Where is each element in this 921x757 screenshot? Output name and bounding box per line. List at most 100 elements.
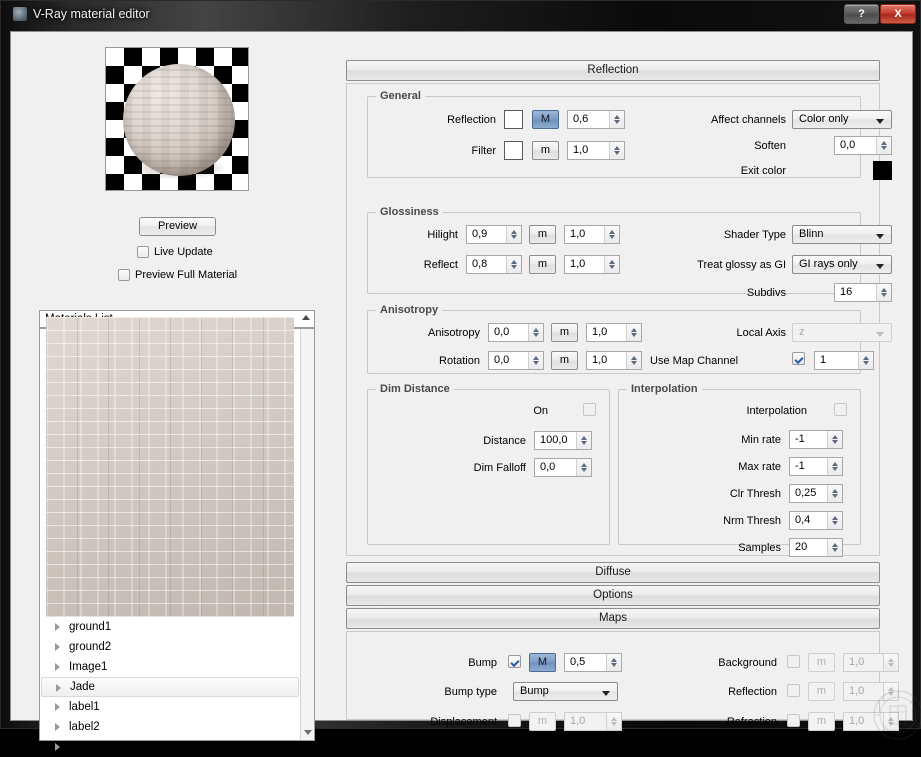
filter-map-button[interactable]: m (532, 141, 559, 160)
rotation-map-input[interactable]: 1,0 (586, 351, 642, 370)
clr-thresh-spinner[interactable] (827, 485, 842, 502)
maps-reflection-checkbox[interactable] (787, 684, 800, 697)
expand-triangle-icon[interactable] (55, 643, 60, 651)
expand-triangle-icon[interactable] (55, 623, 60, 631)
anisotropy-input[interactable]: 0,0 (488, 323, 544, 342)
expand-triangle-icon[interactable] (55, 743, 60, 751)
nrm-thresh-spinner[interactable] (827, 512, 842, 529)
list-item[interactable]: label2 (41, 717, 299, 737)
materials-list-scrollbar[interactable] (300, 329, 314, 740)
list-item[interactable]: ground1 (41, 617, 299, 637)
refraction-map-button[interactable]: m (808, 712, 835, 731)
use-map-channel-checkbox[interactable] (792, 352, 805, 365)
bump-spinner[interactable] (606, 654, 621, 671)
expand-triangle-icon[interactable] (55, 663, 60, 671)
expand-triangle-icon[interactable] (55, 723, 60, 731)
displacement-spinner[interactable] (606, 713, 621, 730)
list-item[interactable]: label1 (41, 697, 299, 717)
treat-glossy-as-gi-select[interactable]: GI rays only (792, 255, 892, 274)
rollout-diffuse[interactable]: Diffuse (346, 562, 880, 583)
soften-input[interactable]: 0,0 (834, 136, 892, 155)
preview-button[interactable]: Preview (139, 217, 216, 236)
anisotropy-map-button[interactable]: m (551, 323, 578, 342)
shader-type-select[interactable]: Blinn (792, 225, 892, 244)
help-button[interactable]: ? (844, 4, 879, 24)
reflection-value-input[interactable]: 0,6 (567, 110, 625, 129)
hilight-map-button[interactable]: m (529, 225, 556, 244)
displacement-checkbox[interactable] (508, 714, 521, 727)
background-value-input[interactable]: 1,0 (843, 653, 899, 672)
list-item-selected[interactable]: Jade (41, 677, 299, 697)
hilight-map-input[interactable]: 1,0 (564, 225, 620, 244)
clr-thresh-input[interactable]: 0,25 (789, 484, 843, 503)
rollout-maps[interactable]: Maps (346, 608, 880, 629)
reflection-spinner[interactable] (609, 111, 624, 128)
reflection-color-swatch[interactable] (504, 110, 523, 129)
live-update-checkbox[interactable] (137, 246, 149, 258)
background-checkbox[interactable] (787, 655, 800, 668)
filter-value-input[interactable]: 1,0 (567, 141, 625, 160)
list-item[interactable]: label3 (41, 737, 299, 757)
subdivs-input[interactable]: 16 (834, 283, 892, 302)
bump-checkbox[interactable] (508, 655, 521, 668)
filter-spinner[interactable] (609, 142, 624, 159)
displacement-map-button[interactable]: m (529, 712, 556, 731)
hilight-map-spinner[interactable] (604, 226, 619, 243)
expand-triangle-icon[interactable] (56, 684, 61, 692)
background-map-button[interactable]: m (808, 653, 835, 672)
hilight-input[interactable]: 0,9 (466, 225, 522, 244)
anisotropy-spinner[interactable] (528, 324, 543, 341)
max-rate-input[interactable]: -1 (789, 457, 843, 476)
maps-reflection-spinner[interactable] (883, 683, 898, 700)
list-item[interactable]: Image1 (41, 657, 299, 677)
maps-reflection-map-button[interactable]: m (808, 682, 835, 701)
interpolation-checkbox[interactable] (834, 403, 847, 416)
use-map-channel-input[interactable]: 1 (814, 351, 874, 370)
soften-spinner[interactable] (876, 137, 891, 154)
rotation-spinner[interactable] (528, 352, 543, 369)
preview-full-material-row[interactable]: Preview Full Material (118, 269, 237, 281)
refraction-value-input[interactable]: 1,0 (843, 712, 899, 731)
maps-reflection-value-input[interactable]: 1,0 (843, 682, 899, 701)
dim-distance-spinner[interactable] (576, 432, 591, 449)
dim-falloff-input[interactable]: 0,0 (534, 458, 592, 477)
rotation-input[interactable]: 0,0 (488, 351, 544, 370)
scroll-down-icon[interactable] (304, 730, 312, 735)
reflect-input[interactable]: 0,8 (466, 255, 522, 274)
refraction-checkbox[interactable] (787, 714, 800, 727)
nrm-thresh-input[interactable]: 0,4 (789, 511, 843, 530)
rotation-map-spinner[interactable] (626, 352, 641, 369)
reflection-map-button[interactable]: M (532, 110, 559, 129)
affect-channels-select[interactable]: Color only (792, 110, 892, 129)
displacement-value-input[interactable]: 1,0 (564, 712, 622, 731)
close-button[interactable]: X (880, 4, 916, 24)
dim-falloff-spinner[interactable] (576, 459, 591, 476)
anisotropy-map-spinner[interactable] (626, 324, 641, 341)
bump-value-input[interactable]: 0,5 (564, 653, 622, 672)
samples-input[interactable]: 20 (789, 538, 843, 557)
background-spinner[interactable] (883, 654, 898, 671)
bump-map-button[interactable]: M (529, 653, 556, 672)
samples-spinner[interactable] (827, 539, 842, 556)
exit-color-swatch[interactable] (873, 161, 892, 180)
rollout-options[interactable]: Options (346, 585, 880, 606)
refraction-spinner[interactable] (883, 713, 898, 730)
materials-list[interactable]: ground1 ground2 Image1 Jade label1 label… (39, 317, 315, 753)
min-rate-spinner[interactable] (827, 431, 842, 448)
hilight-spinner[interactable] (506, 226, 521, 243)
subdivs-spinner[interactable] (876, 284, 891, 301)
live-update-row[interactable]: Live Update (137, 246, 213, 258)
max-rate-spinner[interactable] (827, 458, 842, 475)
reflect-map-button[interactable]: m (529, 255, 556, 274)
material-preview[interactable] (105, 47, 249, 191)
reflect-spinner[interactable] (506, 256, 521, 273)
anisotropy-map-input[interactable]: 1,0 (586, 323, 642, 342)
bump-type-select[interactable]: Bump (513, 682, 618, 701)
min-rate-input[interactable]: -1 (789, 430, 843, 449)
filter-color-swatch[interactable] (504, 141, 523, 160)
preview-full-material-checkbox[interactable] (118, 269, 130, 281)
dim-on-checkbox[interactable] (583, 403, 596, 416)
list-item[interactable]: ground2 (41, 637, 299, 657)
use-map-channel-spinner[interactable] (858, 352, 873, 369)
rotation-map-button[interactable]: m (551, 351, 578, 370)
